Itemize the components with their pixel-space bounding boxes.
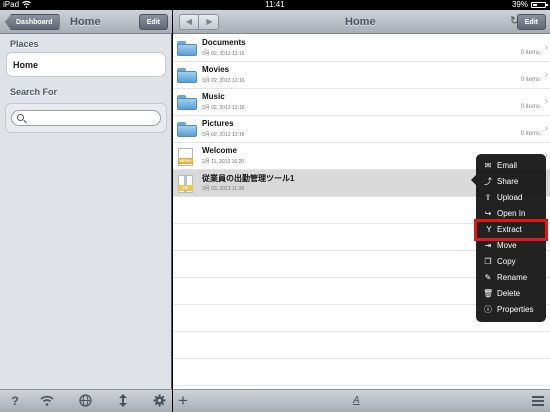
- file-name: Welcome: [202, 146, 237, 155]
- folder-icon: [177, 41, 197, 56]
- menu-item-label: Delete: [497, 289, 521, 298]
- menu-item-label: Email: [497, 161, 518, 170]
- file-date: 3月 02, 2013 13:16: [202, 132, 245, 138]
- file-browser-bottom-toolbar: + A: [173, 389, 550, 412]
- search-container: [5, 103, 167, 133]
- forward-arrow-icon[interactable]: ▶: [200, 15, 219, 29]
- search-heading: Search For: [10, 87, 58, 97]
- menu-item-label: Open In: [497, 209, 526, 218]
- file-type-badge: WEBA: [178, 158, 193, 164]
- wifi-icon[interactable]: [40, 394, 54, 408]
- info-icon: ⓘ: [484, 305, 492, 314]
- file-date: 3月 02, 2013 13:16: [202, 105, 245, 111]
- upload-icon: ⇪: [484, 193, 492, 202]
- folder-icon: [177, 122, 197, 137]
- menu-item-label: Share: [497, 177, 519, 186]
- move-icon: ⇥: [484, 241, 492, 250]
- share-icon: ⤴: [484, 177, 492, 186]
- open-in-icon: ↪: [484, 209, 492, 218]
- sidebar-edit-button[interactable]: Edit: [138, 14, 168, 30]
- file-action-menu: ✉ Email ⤴ Share ⇪ Upload ↪ Open In Y Ext…: [471, 154, 548, 322]
- battery-icon: [531, 2, 548, 8]
- menu-item-label: Move: [497, 241, 517, 250]
- menu-item-label: Upload: [497, 193, 523, 202]
- menu-item-share[interactable]: ⤴ Share: [476, 174, 546, 190]
- file-name: Pictures: [202, 119, 234, 128]
- menu-item-properties[interactable]: ⓘ Properties: [476, 302, 546, 318]
- list-menu-icon[interactable]: [532, 396, 544, 407]
- file-date: 2月 11, 2013 16:20: [202, 159, 245, 165]
- chevron-right-icon: ›: [544, 96, 548, 107]
- gear-icon[interactable]: [152, 394, 166, 408]
- add-icon[interactable]: +: [178, 391, 188, 411]
- file-edit-button[interactable]: Edit: [516, 14, 546, 30]
- chevron-right-icon: ›: [544, 69, 548, 80]
- file-name: Movies: [202, 65, 230, 74]
- extract-icon: Y: [486, 225, 492, 234]
- menu-item-rename[interactable]: ✎ Rename: [476, 270, 546, 286]
- trash-icon: 🗑: [483, 289, 494, 298]
- file-name: Documents: [202, 38, 246, 47]
- file-item-count: 0 items: [520, 50, 540, 56]
- file-type-badge: ZIP: [178, 185, 193, 191]
- menu-item-extract[interactable]: Y Extract: [474, 219, 548, 241]
- places-heading: Places: [10, 39, 39, 49]
- file-date: 3月 02, 2013 13:16: [202, 51, 245, 57]
- menu-item-open-in[interactable]: ↪ Open In: [476, 206, 546, 222]
- file-item-count: 0 items: [520, 77, 540, 83]
- menu-item-email[interactable]: ✉ Email: [476, 158, 546, 174]
- sidebar-toolbar: Dashboard Home Edit: [0, 10, 172, 34]
- file-item-count: 0 items: [520, 104, 540, 110]
- file-browser-toolbar: ◀ ▶ Home ↻ Edit: [173, 10, 550, 34]
- dashboard-back-button[interactable]: Dashboard: [5, 14, 60, 30]
- file-row[interactable]: Movies 3月 02, 2013 13:16 0 items ›: [173, 62, 550, 89]
- sidebar-title: Home: [70, 16, 101, 28]
- search-icon: [17, 114, 24, 121]
- history-nav: ◀ ▶: [179, 14, 219, 30]
- page-title: Home: [345, 16, 376, 28]
- file-date: 3月 03, 2013 11:38: [202, 186, 245, 192]
- file-row[interactable]: Pictures 3月 02, 2013 13:16 0 items ›: [173, 116, 550, 143]
- help-icon[interactable]: ?: [8, 394, 22, 408]
- menu-item-copy[interactable]: ❐ Copy: [476, 254, 546, 270]
- sidebar-bottom-toolbar: ?: [0, 389, 172, 412]
- back-arrow-icon[interactable]: ◀: [180, 15, 199, 29]
- rename-icon: ✎: [484, 273, 492, 282]
- file-name: Music: [202, 92, 225, 101]
- sort-icon[interactable]: [116, 394, 130, 408]
- chevron-right-icon: ›: [544, 42, 548, 53]
- globe-icon[interactable]: [78, 394, 92, 408]
- menu-item-move[interactable]: ⇥ Move: [476, 238, 546, 254]
- menu-item-upload[interactable]: ⇪ Upload: [476, 190, 546, 206]
- status-bar: iPad 11:41 39%: [0, 0, 550, 10]
- folder-icon: [177, 95, 197, 110]
- menu-item-label: Extract: [497, 225, 522, 234]
- text-size-icon[interactable]: A: [353, 395, 360, 406]
- file-row[interactable]: Music 3月 02, 2013 13:16 0 items ›: [173, 89, 550, 116]
- clock: 11:41: [265, 0, 285, 9]
- battery-percent: 39%: [511, 0, 528, 9]
- places-item-home[interactable]: Home: [6, 52, 166, 77]
- menu-item-label: Rename: [497, 273, 528, 282]
- menu-item-label: Properties: [497, 305, 534, 314]
- menu-item-delete[interactable]: 🗑 Delete: [476, 286, 546, 302]
- menu-item-label: Copy: [497, 257, 516, 266]
- search-input[interactable]: [28, 113, 158, 123]
- folder-icon: [177, 68, 197, 83]
- webarchive-file-icon: WEBA: [178, 148, 193, 166]
- copy-icon: ❐: [484, 257, 492, 266]
- envelope-icon: ✉: [484, 161, 492, 170]
- chevron-right-icon: ›: [544, 123, 548, 134]
- file-row[interactable]: Documents 3月 02, 2013 13:16 0 items ›: [173, 35, 550, 62]
- file-name: 従業員の出勤管理ツール1: [202, 174, 295, 183]
- sidebar: Dashboard Home Edit Places Home Search F…: [0, 10, 172, 412]
- file-date: 3月 02, 2013 13:16: [202, 78, 245, 84]
- search-input-wrapper[interactable]: [11, 110, 161, 126]
- places-item-label: Home: [13, 60, 39, 70]
- zip-file-icon: ZIP: [178, 175, 193, 193]
- file-item-count: 0 items: [520, 131, 540, 137]
